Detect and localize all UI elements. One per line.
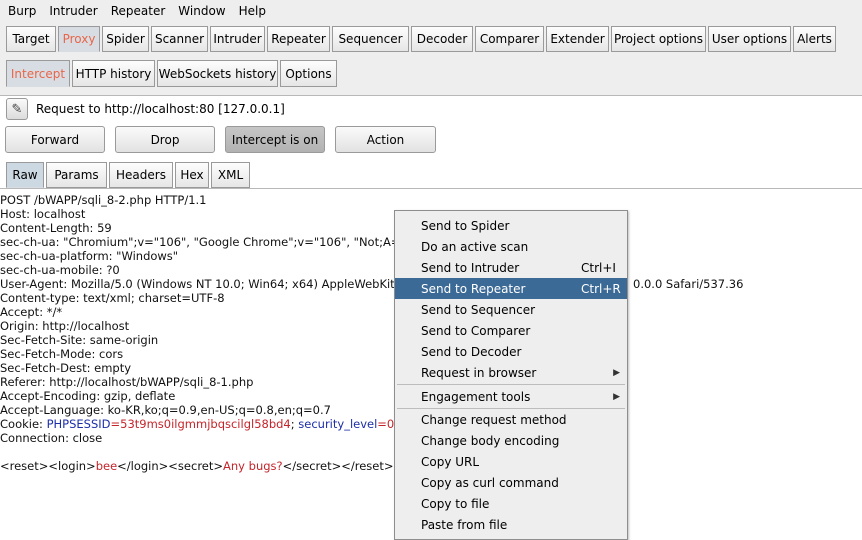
xml-tag-mid: </login><secret> <box>117 459 224 473</box>
intercept-toggle-button[interactable]: Intercept is on <box>225 126 325 153</box>
menu-repeater[interactable]: Repeater <box>103 4 171 18</box>
menu-item-copy-to-file[interactable]: Copy to file <box>395 493 627 514</box>
submenu-arrow-icon: ▶ <box>613 391 620 402</box>
tab-comparer[interactable]: Comparer <box>475 26 544 52</box>
menu-item-change-request-method[interactable]: Change request method <box>395 409 627 430</box>
xml-login-value: bee <box>95 459 118 473</box>
menu-item-send-to-decoder[interactable]: Send to Decoder <box>395 341 627 362</box>
tab-project-options[interactable]: Project options <box>611 26 706 52</box>
menu-item-change-body-encoding[interactable]: Change body encoding <box>395 430 627 451</box>
tab-websockets-history[interactable]: WebSockets history <box>157 60 278 87</box>
cookie-name-security-level: security_level <box>298 417 378 431</box>
menu-burp[interactable]: Burp <box>0 4 41 18</box>
editor-divider <box>0 188 862 189</box>
tab-intercept[interactable]: Intercept <box>6 60 70 87</box>
tab-extender[interactable]: Extender <box>546 26 609 52</box>
tab-raw[interactable]: Raw <box>6 162 44 188</box>
menu-item-label: Send to Spider <box>421 218 510 233</box>
menu-item-label: Engagement tools <box>421 389 531 404</box>
forward-button[interactable]: Forward <box>5 126 105 153</box>
tab-repeater[interactable]: Repeater <box>267 26 330 52</box>
tab-proxy[interactable]: Proxy <box>58 26 100 52</box>
cookie-prefix: Cookie: <box>0 417 47 431</box>
tab-headers[interactable]: Headers <box>109 162 173 188</box>
menu-item-request-in-browser[interactable]: Request in browser ▶ <box>395 362 627 383</box>
menu-item-label: Send to Decoder <box>421 344 522 359</box>
menu-item-label: Send to Comparer <box>421 323 531 338</box>
tab-user-options[interactable]: User options <box>708 26 791 52</box>
tab-spider[interactable]: Spider <box>102 26 149 52</box>
request-line: POST /bWAPP/sqli_8-2.php HTTP/1.1 <box>0 193 207 207</box>
drop-button[interactable]: Drop <box>115 126 215 153</box>
tab-alerts[interactable]: Alerts <box>793 26 836 52</box>
message-view-tabs: Raw Params Headers Hex XML <box>6 162 252 188</box>
xml-tag-close: </secret></reset> <box>282 459 394 473</box>
menu-item-send-to-repeater[interactable]: Send to Repeater Ctrl+R <box>395 278 627 299</box>
tab-scanner[interactable]: Scanner <box>151 26 208 52</box>
action-button[interactable]: Action <box>335 126 436 153</box>
proxy-tabs: Intercept HTTP history WebSockets histor… <box>6 60 339 87</box>
menu-item-label: Change request method <box>421 412 567 427</box>
menu-item-label: Send to Repeater <box>421 281 526 296</box>
main-tabs: Target Proxy Spider Scanner Intruder Rep… <box>6 26 838 52</box>
request-info: ✎ Request to http://localhost:80 [127.0.… <box>6 97 285 121</box>
tab-options[interactable]: Options <box>280 60 337 87</box>
menu-item-label: Copy URL <box>421 454 480 469</box>
menu-item-label: Copy as curl command <box>421 475 559 490</box>
menu-item-shortcut: Ctrl+R <box>581 281 621 296</box>
tab-params[interactable]: Params <box>46 162 107 188</box>
context-menu: Send to Spider Do an active scan Send to… <box>394 210 628 540</box>
menu-separator <box>397 384 625 385</box>
menu-item-send-to-intruder[interactable]: Send to Intruder Ctrl+I <box>395 257 627 278</box>
menu-item-label: Paste from file <box>421 517 508 532</box>
menu-item-label: Send to Intruder <box>421 260 520 275</box>
menu-item-copy-url[interactable]: Copy URL <box>395 451 627 472</box>
tab-target[interactable]: Target <box>6 26 56 52</box>
request-target-label: Request to http://localhost:80 [127.0.0.… <box>36 102 285 116</box>
menu-help[interactable]: Help <box>231 4 271 18</box>
menu-item-label: Do an active scan <box>421 239 529 254</box>
menu-item-send-to-comparer[interactable]: Send to Comparer <box>395 320 627 341</box>
user-agent-text: User-Agent: Mozilla/5.0 (Windows NT 10.0… <box>0 277 399 291</box>
menu-item-engagement-tools[interactable]: Engagement tools ▶ <box>395 386 627 407</box>
menu-item-label: Send to Sequencer <box>421 302 536 317</box>
menu-window[interactable]: Window <box>170 4 230 18</box>
pencil-icon[interactable]: ✎ <box>6 98 28 120</box>
cookie-value-security-level: =0 <box>377 417 395 431</box>
tab-decoder[interactable]: Decoder <box>411 26 473 52</box>
user-agent-tail: 0.0.0 Safari/537.36 <box>633 277 744 291</box>
menu-bar: Burp Intruder Repeater Window Help <box>0 0 862 22</box>
menu-item-label: Request in browser <box>421 365 537 380</box>
menu-item-shortcut: Ctrl+I <box>581 260 616 275</box>
xml-tag-open: <reset><login> <box>0 459 96 473</box>
tab-sequencer[interactable]: Sequencer <box>332 26 409 52</box>
menu-item-label: Copy to file <box>421 496 490 511</box>
menu-item-paste-from-file[interactable]: Paste from file <box>395 514 627 535</box>
menu-item-copy-as-curl[interactable]: Copy as curl command <box>395 472 627 493</box>
tab-intruder[interactable]: Intruder <box>210 26 265 52</box>
menu-item-label: Change body encoding <box>421 433 560 448</box>
menu-intruder[interactable]: Intruder <box>41 4 102 18</box>
menu-item-send-to-sequencer[interactable]: Send to Sequencer <box>395 299 627 320</box>
xml-secret-value: Any bugs? <box>223 459 283 473</box>
menu-item-active-scan[interactable]: Do an active scan <box>395 236 627 257</box>
menu-item-send-to-spider[interactable]: Send to Spider <box>395 215 627 236</box>
cookie-value-phpsessid: =53t9ms0ilgmmjbqscilgl58bd4 <box>110 417 291 431</box>
cookie-name-phpsessid: PHPSESSID <box>46 417 111 431</box>
tab-xml[interactable]: XML <box>211 162 250 188</box>
tab-http-history[interactable]: HTTP history <box>72 60 155 87</box>
submenu-arrow-icon: ▶ <box>613 367 620 378</box>
tab-hex[interactable]: Hex <box>175 162 209 188</box>
